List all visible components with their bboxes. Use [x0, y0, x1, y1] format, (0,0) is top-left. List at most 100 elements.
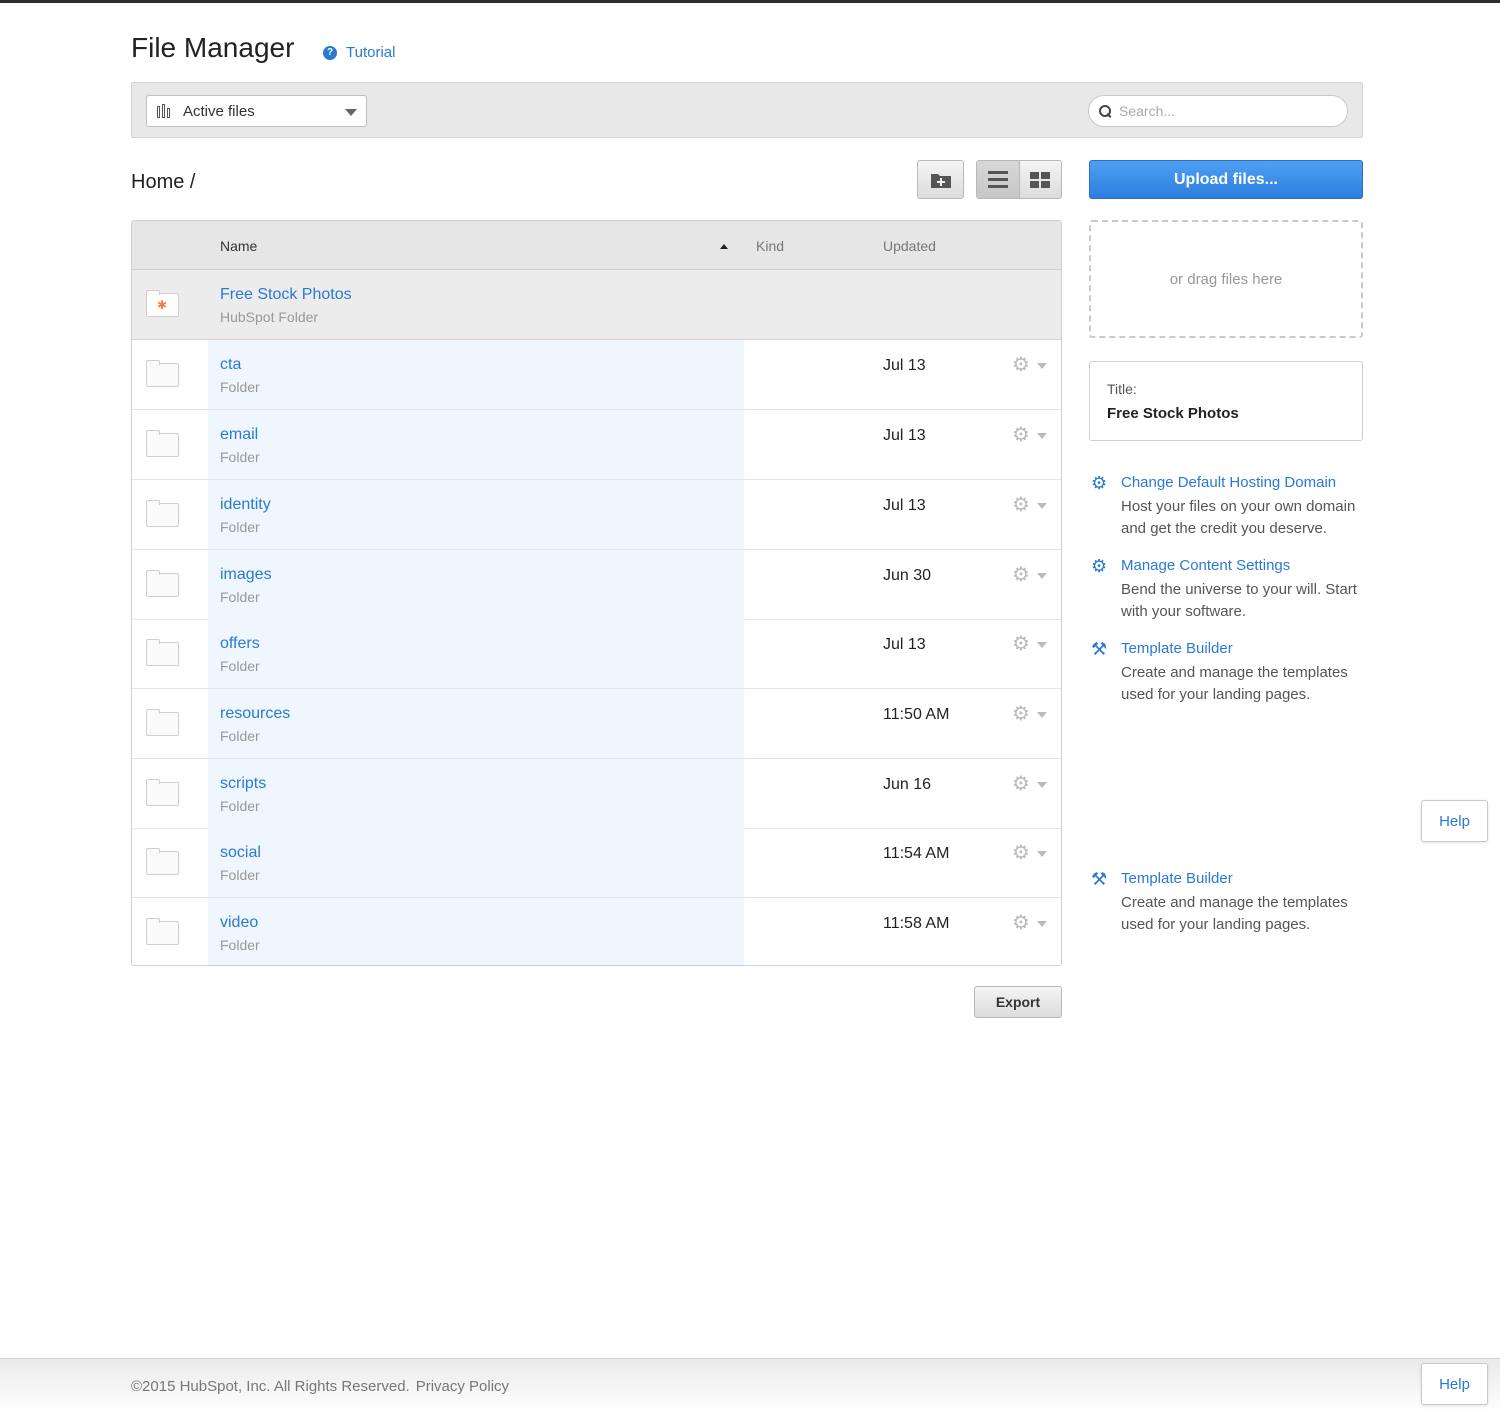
template-builder-link[interactable]: Template Builder [1121, 870, 1233, 887]
gear-icon[interactable]: ⚙ [1012, 843, 1030, 863]
folder-kind: Folder [220, 728, 260, 744]
folder-icon [146, 848, 179, 875]
folder-icon [146, 360, 179, 387]
tutorial-link[interactable]: ? Tutorial [323, 44, 395, 61]
updated-date: 11:54 AM [883, 845, 950, 862]
top-border [0, 0, 1500, 3]
content-settings-link[interactable]: Manage Content Settings [1121, 557, 1290, 574]
folder-link[interactable]: social [220, 844, 261, 862]
chevron-down-icon[interactable] [1037, 433, 1047, 439]
chevron-down-icon[interactable] [1037, 503, 1047, 509]
folder-link[interactable]: resources [220, 705, 290, 723]
tools-icon: ⚒ [1091, 869, 1108, 889]
link-description: Create and manage the templates used for… [1121, 664, 1348, 703]
folder-kind: Folder [220, 937, 260, 953]
copyright-text: ©2015 HubSpot, Inc. All Rights Reserved. [131, 1378, 410, 1395]
column-header-kind[interactable]: Kind [756, 238, 784, 254]
folder-icon [146, 570, 179, 597]
folder-kind: Folder [220, 867, 260, 883]
gear-icon[interactable]: ⚙ [1012, 913, 1030, 933]
chevron-down-icon[interactable] [1037, 712, 1047, 718]
help-button[interactable]: Help [1421, 800, 1488, 842]
updated-date: Jul 13 [883, 497, 926, 514]
title-label: Title: [1107, 381, 1137, 397]
grid-icon [1030, 171, 1051, 188]
privacy-policy-link[interactable]: Privacy Policy [416, 1378, 509, 1395]
new-folder-button[interactable] [917, 160, 964, 199]
table-row-featured[interactable]: ✱ Free Stock Photos HubSpot Folder [132, 270, 1061, 340]
table-row[interactable]: images Folder Jun 30 ⚙ [132, 550, 1061, 620]
title-value: Free Stock Photos [1107, 405, 1239, 422]
hosting-domain-link[interactable]: Change Default Hosting Domain [1121, 474, 1336, 491]
folder-icon [146, 779, 179, 806]
file-table: Name Kind Updated ✱ Free Stock Photos Hu… [131, 220, 1062, 966]
folder-link[interactable]: email [220, 426, 258, 444]
folder-link[interactable]: video [220, 914, 258, 932]
updated-date: Jul 13 [883, 427, 926, 444]
table-row[interactable]: scripts Folder Jun 16 ⚙ [132, 759, 1061, 829]
chevron-down-icon[interactable] [1037, 573, 1047, 579]
chevron-down-icon[interactable] [1037, 782, 1047, 788]
grid-view-button[interactable] [1019, 161, 1061, 198]
table-header: Name Kind Updated [132, 221, 1061, 270]
folder-link[interactable]: images [220, 566, 272, 584]
folder-link[interactable]: identity [220, 496, 271, 514]
column-header-name[interactable]: Name [220, 238, 257, 254]
folder-kind: Folder [220, 798, 260, 814]
folder-kind: Folder [220, 519, 260, 535]
folder-link[interactable]: offers [220, 635, 260, 653]
folder-icon [146, 430, 179, 457]
sort-asc-icon[interactable] [720, 244, 728, 249]
copyright: ©2015 HubSpot, Inc. All Rights Reserved.… [131, 1378, 509, 1395]
folder-icon [146, 639, 179, 666]
folder-icon [146, 500, 179, 527]
template-builder-link[interactable]: Template Builder [1121, 640, 1233, 657]
column-header-updated[interactable]: Updated [883, 238, 936, 254]
updated-date: Jun 16 [883, 776, 932, 793]
filter-toolbar: Active files [131, 82, 1363, 138]
list-view-button[interactable] [977, 161, 1020, 198]
folder-link[interactable]: scripts [220, 775, 266, 793]
gear-icon[interactable]: ⚙ [1012, 565, 1030, 585]
gear-icon[interactable]: ⚙ [1012, 774, 1030, 794]
chevron-down-icon[interactable] [1037, 851, 1047, 857]
upload-files-button[interactable]: Upload files... [1089, 160, 1363, 199]
folder-kind: Folder [220, 379, 260, 395]
help-button-footer[interactable]: Help [1421, 1363, 1488, 1405]
file-filter-select[interactable]: Active files [146, 95, 367, 127]
updated-date: Jul 13 [883, 357, 926, 374]
gear-icon[interactable]: ⚙ [1012, 634, 1030, 654]
folder-link[interactable]: Free Stock Photos [220, 286, 352, 304]
table-row[interactable]: email Folder Jul 13 ⚙ [132, 410, 1061, 480]
search-icon [1099, 105, 1111, 117]
folder-link[interactable]: cta [220, 356, 241, 374]
footer: ©2015 HubSpot, Inc. All Rights Reserved.… [0, 1358, 1500, 1412]
gear-icon: ⚙ [1091, 556, 1108, 576]
updated-date: 11:50 AM [883, 706, 950, 723]
chevron-down-icon[interactable] [1037, 363, 1047, 369]
hubspot-folder-icon: ✱ [146, 290, 179, 317]
gear-icon: ⚙ [1091, 473, 1108, 493]
folder-kind: Folder [220, 449, 260, 465]
updated-date: Jul 13 [883, 636, 926, 653]
gear-icon[interactable]: ⚙ [1012, 355, 1030, 375]
gear-icon[interactable]: ⚙ [1012, 495, 1030, 515]
drop-zone[interactable]: or drag files here [1089, 220, 1363, 338]
chevron-down-icon[interactable] [1037, 921, 1047, 927]
gear-icon[interactable]: ⚙ [1012, 704, 1030, 724]
gear-icon[interactable]: ⚙ [1012, 425, 1030, 445]
search-input[interactable] [1119, 103, 1319, 119]
table-row[interactable]: resources Folder 11:50 AM ⚙ [132, 689, 1061, 759]
chevron-down-icon[interactable] [1037, 642, 1047, 648]
table-row[interactable]: social Folder 11:54 AM ⚙ [132, 828, 1061, 898]
list-icon [987, 171, 1008, 188]
export-button[interactable]: Export [974, 986, 1062, 1018]
table-row[interactable]: offers Folder Jul 13 ⚙ [132, 619, 1061, 689]
file-filter-value: Active files [183, 102, 255, 120]
table-row[interactable]: video Folder 11:58 AM ⚙ [132, 898, 1061, 965]
table-row[interactable]: identity Folder Jul 13 ⚙ [132, 480, 1061, 550]
chevron-down-icon [345, 109, 357, 116]
updated-date: Jun 30 [883, 567, 932, 584]
folder-kind: Folder [220, 589, 260, 605]
table-row[interactable]: cta Folder Jul 13 ⚙ [132, 340, 1061, 410]
